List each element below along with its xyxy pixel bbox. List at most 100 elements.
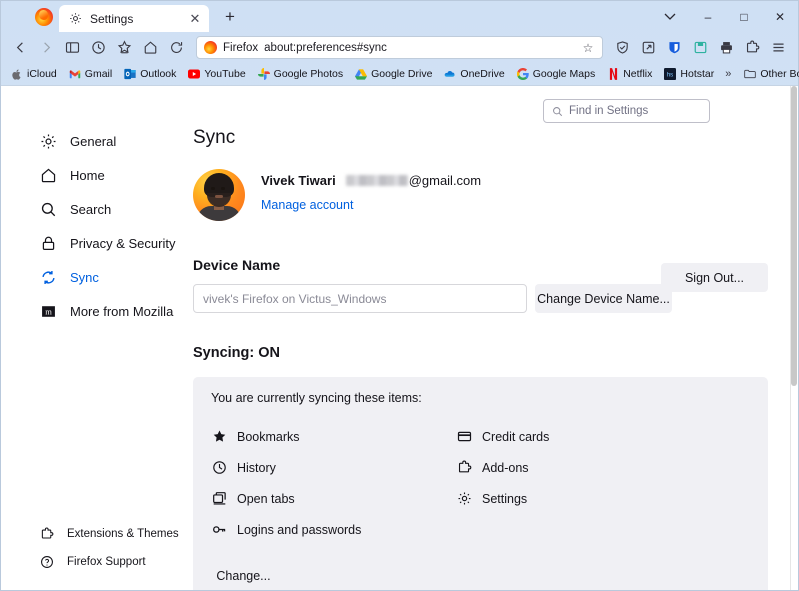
key-icon [211, 522, 227, 538]
sidebar-item-label: Search [70, 201, 112, 217]
bookmarks-overflow-button[interactable]: » [721, 68, 735, 80]
sync-item-label: Logins and passwords [237, 522, 362, 537]
bookmark-label: OneDrive [460, 68, 505, 80]
sidebar-item-search[interactable]: Search [9, 192, 183, 226]
sidebar-item-privacy-security[interactable]: Privacy & Security [9, 226, 183, 260]
reload-button[interactable] [164, 36, 189, 60]
sync-item-logins-passwords: Logins and passwords [211, 514, 456, 545]
sync-item-label: Credit cards [482, 429, 550, 444]
bookmark-item-outlook[interactable]: Outlook [119, 66, 181, 82]
url-bar[interactable]: Firefox about:preferences#sync ☆ [196, 36, 603, 59]
sync-item-bookmarks: Bookmarks [211, 421, 456, 452]
bookmark-item-onedrive[interactable]: OneDrive [439, 66, 509, 82]
change-device-name-button[interactable]: Change Device Name... [535, 284, 672, 313]
device-name-input[interactable] [193, 284, 527, 313]
sidebar-item-general[interactable]: General [9, 124, 183, 158]
sidebar-item-label: More from Mozilla [70, 303, 174, 319]
sign-out-button[interactable]: Sign Out... [661, 263, 768, 292]
forward-button[interactable] [34, 36, 59, 60]
bookmark-item-google-drive[interactable]: Google Drive [350, 66, 437, 82]
change-sync-items-button[interactable]: Change... [211, 561, 276, 590]
sync-item-credit-cards: Credit cards [456, 421, 750, 452]
title-bar: Settings ✕ + – □ ✕ [1, 1, 798, 32]
sync-item-add-ons: Add-ons [456, 452, 750, 483]
navigation-toolbar: Firefox about:preferences#sync ☆ [1, 32, 798, 63]
gear-icon [69, 12, 82, 25]
bookmark-item-icloud[interactable]: iCloud [6, 66, 62, 82]
sync-item-label: Bookmarks [237, 429, 300, 444]
bookmark-label: Google Drive [371, 68, 433, 80]
syncing-items-title: You are currently syncing these items: [211, 391, 422, 405]
sidebar-item-sync[interactable]: Sync [9, 260, 183, 294]
sync-item-label: Settings [482, 491, 528, 506]
sync-item-history: History [211, 452, 456, 483]
save-to-pocket-icon[interactable] [688, 36, 713, 60]
bitwarden-icon[interactable] [662, 36, 687, 60]
bookmark-star-icon[interactable]: ☆ [579, 39, 597, 57]
sidebar-item-more-from-mozilla[interactable]: m More from Mozilla [9, 294, 183, 328]
sidebar-item-extensions-themes[interactable]: Extensions & Themes [9, 520, 183, 548]
firefox-brand-icon [204, 41, 217, 54]
bookmark-item-youtube[interactable]: YouTube [183, 66, 250, 82]
open-tabs-icon [211, 491, 227, 507]
sync-icon [39, 268, 57, 286]
history-clock-icon[interactable] [86, 36, 111, 60]
url-brand-label: Firefox [223, 41, 259, 54]
bookmark-item-hotstar[interactable]: hs Hotstar [659, 66, 719, 82]
extensions-puzzle-icon [39, 527, 54, 542]
folder-icon [744, 68, 757, 80]
find-in-settings-box[interactable]: Find in Settings [543, 99, 710, 123]
settings-content: General Home Search Privacy & Security S… [1, 85, 798, 590]
url-input[interactable]: about:preferences#sync [264, 42, 573, 54]
bookmark-item-netflix[interactable]: Netflix [602, 66, 657, 82]
history-clock-icon [211, 460, 227, 476]
close-window-button[interactable]: ✕ [762, 1, 798, 32]
list-all-tabs-icon[interactable] [650, 1, 690, 32]
manage-account-link[interactable]: Manage account [261, 198, 353, 212]
question-circle-icon [39, 555, 54, 570]
sidebar-footer: Extensions & Themes Firefox Support [1, 520, 191, 590]
youtube-icon [188, 68, 201, 80]
bookmark-item-google-photos[interactable]: Google Photos [253, 66, 348, 82]
account-email-domain: @gmail.com [408, 173, 482, 188]
sidebar-icon[interactable] [60, 36, 85, 60]
bookmarks-bar-right: » Other Bookmarks [721, 66, 799, 82]
search-icon [552, 106, 563, 117]
other-bookmarks-folder[interactable]: Other Bookmarks [739, 66, 799, 82]
extensions-puzzle-icon [456, 460, 472, 476]
find-in-settings-placeholder: Find in Settings [569, 105, 649, 117]
sidebar-item-label: General [70, 133, 117, 149]
bookmark-item-google-maps[interactable]: Google Maps [512, 66, 600, 82]
sync-item-open-tabs: Open tabs [211, 483, 456, 514]
close-icon[interactable]: ✕ [187, 11, 203, 27]
shield-icon[interactable] [610, 36, 635, 60]
print-icon[interactable] [714, 36, 739, 60]
content-scrollbar[interactable] [790, 86, 798, 590]
other-bookmarks-label: Other Bookmarks [760, 68, 799, 80]
open-in-new-icon[interactable] [636, 36, 661, 60]
new-tab-button[interactable]: + [217, 4, 243, 30]
minimize-button[interactable]: – [690, 1, 726, 32]
bookmark-item-gmail[interactable]: Gmail [64, 66, 117, 82]
outlook-icon [124, 68, 136, 80]
bookmark-star-icon[interactable] [112, 36, 137, 60]
google-maps-icon [516, 68, 529, 80]
star-filled-icon [211, 429, 227, 445]
scrollbar-thumb[interactable] [791, 86, 797, 386]
bookmark-label: Gmail [84, 68, 113, 80]
hotstar-icon: hs [664, 68, 677, 80]
home-icon[interactable] [138, 36, 163, 60]
account-text: Vivek Tiwari @gmail.com Manage account [261, 167, 481, 214]
browser-window: Settings ✕ + – □ ✕ Firefox about:prefere… [0, 0, 799, 591]
back-button[interactable] [8, 36, 33, 60]
maximize-button[interactable]: □ [726, 1, 762, 32]
bookmark-label: Netflix [623, 68, 653, 80]
extensions-puzzle-icon[interactable] [740, 36, 765, 60]
bookmarks-bar: iCloud Gmail Outlook YouTube Google Phot [1, 63, 799, 85]
app-menu-icon[interactable] [766, 36, 791, 60]
gmail-icon [69, 68, 81, 80]
sidebar-item-firefox-support[interactable]: Firefox Support [9, 548, 183, 576]
browser-tab-settings[interactable]: Settings ✕ [59, 5, 209, 32]
sidebar-item-home[interactable]: Home [9, 158, 183, 192]
sync-item-settings: Settings [456, 483, 750, 514]
